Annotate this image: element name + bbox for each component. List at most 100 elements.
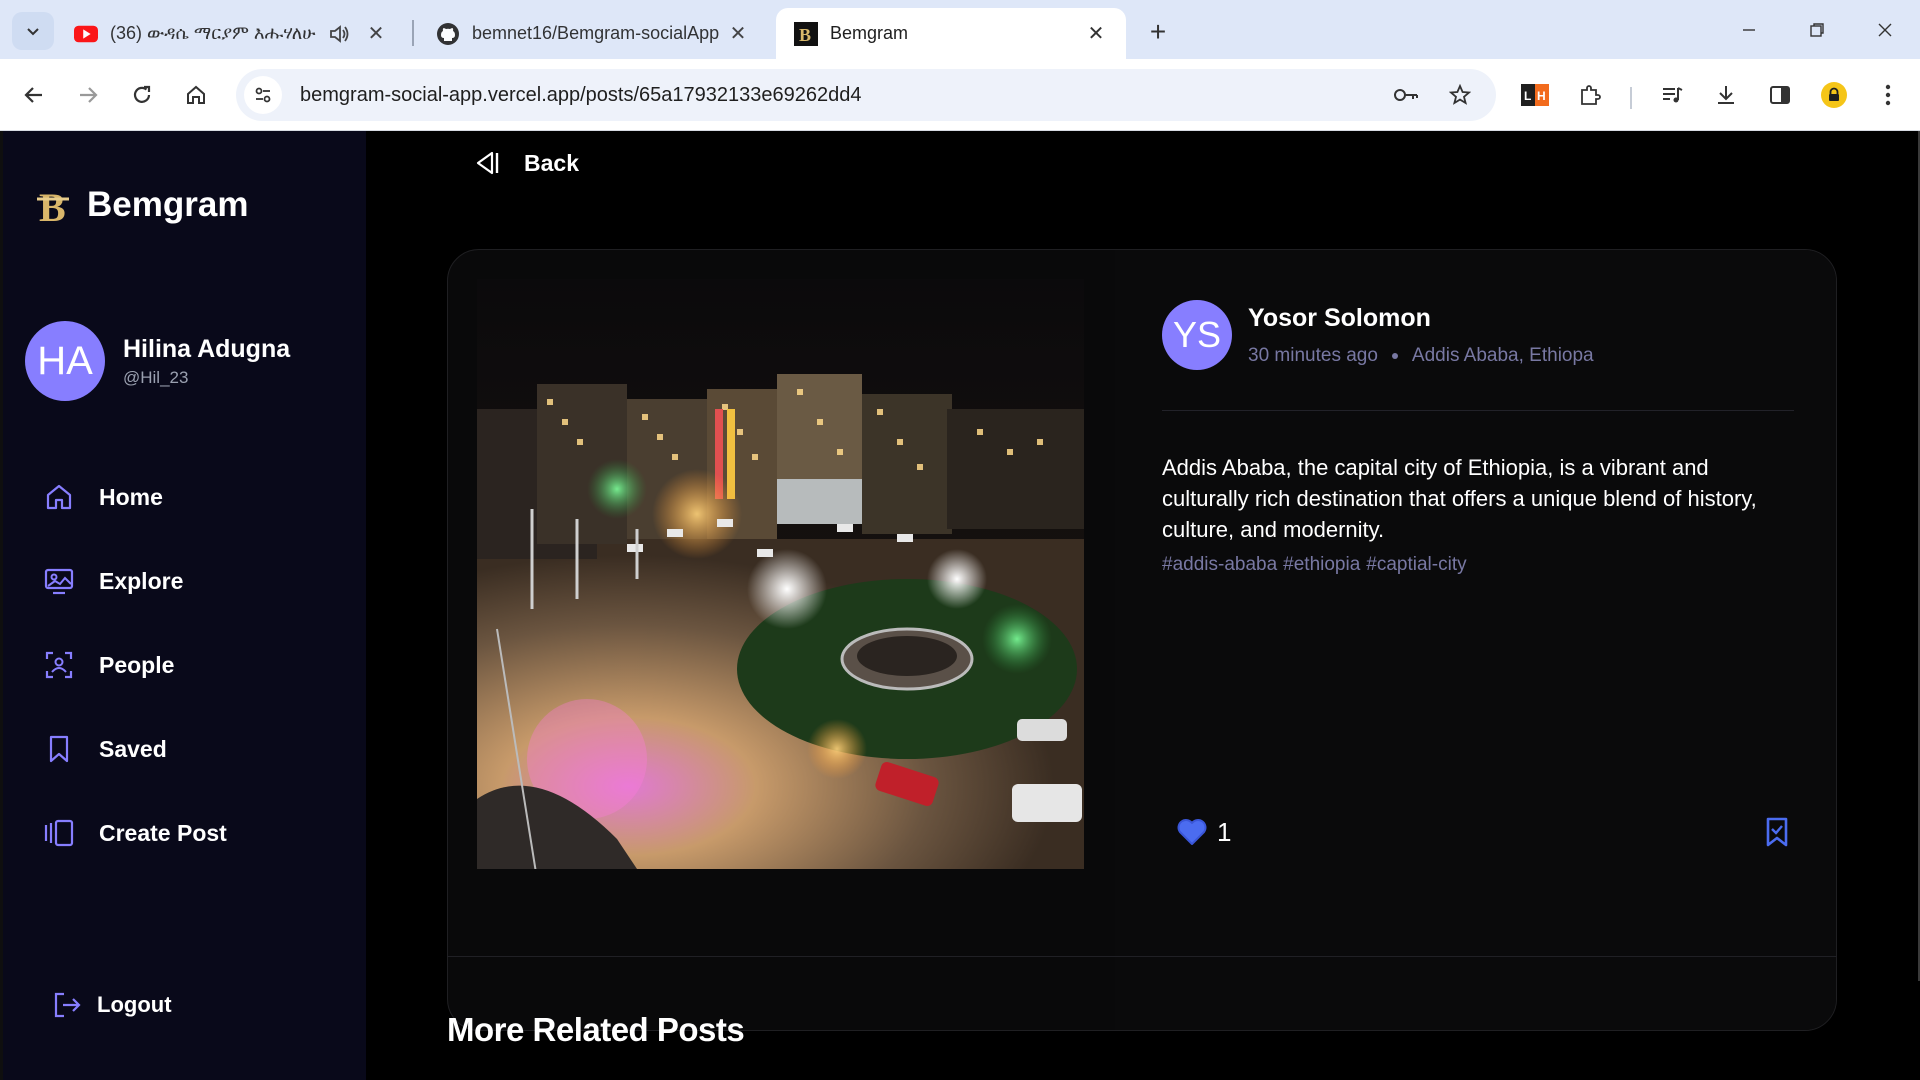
post-tag[interactable]: #addis-ababa: [1162, 554, 1277, 576]
forward-nav-button[interactable]: [68, 75, 108, 115]
post-author[interactable]: YS Yosor Solomon 30 minutes ago Addis Ab…: [1162, 300, 1594, 370]
kebab-menu-icon: [1885, 84, 1891, 106]
create-post-icon: [41, 815, 77, 851]
post-tag[interactable]: #ethiopia: [1283, 554, 1360, 576]
close-tab-icon[interactable]: ✕: [726, 21, 750, 46]
reload-icon: [133, 85, 151, 103]
star-icon: [1449, 84, 1471, 105]
tab-search-button[interactable]: [12, 12, 54, 50]
github-icon: [436, 22, 460, 46]
explore-icon: [41, 563, 77, 599]
lighthouse-extension-button[interactable]: LH: [1515, 75, 1555, 115]
download-icon: [1718, 86, 1734, 104]
tab-github[interactable]: bemnet16/Bemgram-socialApp ✕: [418, 8, 768, 59]
new-tab-button[interactable]: +: [1140, 14, 1176, 50]
svg-text:B: B: [39, 185, 66, 227]
browser-menu-button[interactable]: [1868, 75, 1908, 115]
profile-name: Hilina Adugna: [123, 334, 291, 363]
like-control: 1: [1175, 815, 1231, 849]
minimize-button[interactable]: [1724, 10, 1774, 50]
sidebar-item-home[interactable]: Home: [41, 469, 341, 525]
post-image: [477, 279, 1084, 869]
key-icon: [1394, 89, 1418, 101]
sidebar-item-create-post[interactable]: Create Post: [41, 805, 341, 861]
lighthouse-icon: LH: [1521, 84, 1549, 106]
tab-title: bemnet16/Bemgram-socialApp: [472, 23, 720, 43]
restore-button[interactable]: [1792, 10, 1842, 50]
back-label: Back: [524, 149, 579, 176]
tune-icon: [255, 87, 271, 103]
extensions-button[interactable]: [1570, 75, 1610, 115]
sidebar-profile[interactable]: HA Hilina Adugna @Hil_23: [25, 321, 290, 401]
close-tab-icon[interactable]: ✕: [364, 21, 388, 46]
sidebar-item-saved[interactable]: Saved: [41, 721, 341, 777]
back-nav-button[interactable]: [14, 75, 54, 115]
tab-title: (36) ውዳሴ ማርያም እሑሃለሁ: [110, 23, 316, 43]
logout-button[interactable]: Logout: [49, 987, 172, 1023]
close-tab-icon[interactable]: ✕: [1084, 21, 1108, 46]
heart-icon[interactable]: [1175, 815, 1209, 849]
brand-logo-link[interactable]: B Bemgram: [35, 183, 248, 230]
save-bookmark-icon[interactable]: [1760, 815, 1794, 849]
minimize-icon: [1743, 29, 1755, 31]
side-panel-button[interactable]: [1760, 75, 1800, 115]
bookmark-icon: [41, 731, 77, 767]
post-card: YS Yosor Solomon 30 minutes ago Addis Ab…: [447, 249, 1837, 1031]
post-tag[interactable]: #captial-city: [1366, 554, 1466, 576]
youtube-icon: [74, 22, 98, 46]
bookmark-star-button[interactable]: [1440, 75, 1480, 115]
media-controls-button[interactable]: [1652, 75, 1692, 115]
meta-separator-dot: [1391, 352, 1398, 359]
sidebar-item-label: People: [99, 651, 175, 678]
city-night-photo: [477, 279, 1084, 869]
app-root: B Bemgram HA Hilina Adugna @Hil_23 Home …: [0, 131, 1920, 1080]
close-window-button[interactable]: [1860, 10, 1910, 50]
post-time: 30 minutes ago: [1248, 344, 1378, 366]
svg-text:L: L: [1524, 89, 1531, 103]
back-button[interactable]: Back: [470, 147, 579, 179]
chevron-down-icon: [27, 28, 39, 36]
browser-toolbar: bemgram-social-app.vercel.app/posts/65a1…: [0, 59, 1920, 131]
puzzle-icon: [1581, 85, 1601, 105]
post-details: YS Yosor Solomon 30 minutes ago Addis Ab…: [1115, 250, 1836, 1030]
tab-bemgram[interactable]: B Bemgram ✕: [776, 8, 1126, 59]
toolbar-separator: [1630, 87, 1632, 109]
people-icon: [41, 647, 77, 683]
svg-text:H: H: [1537, 89, 1546, 103]
address-bar[interactable]: bemgram-social-app.vercel.app/posts/65a1…: [236, 69, 1496, 121]
url-text[interactable]: bemgram-social-app.vercel.app/posts/65a1…: [300, 84, 862, 107]
speaker-icon[interactable]: [328, 23, 356, 45]
post-tags: #addis-ababa #ethiopia #captial-city: [1162, 554, 1473, 576]
arrow-left-icon: [24, 87, 42, 103]
profile-button[interactable]: [1814, 75, 1854, 115]
bemgram-logo-icon: B: [35, 183, 79, 230]
post-location: Addis Ababa, Ethiopa: [1411, 344, 1594, 366]
section-divider: [447, 956, 1837, 957]
home-icon: [41, 479, 77, 515]
logout-label: Logout: [97, 992, 172, 1017]
tab-youtube[interactable]: (36) ውዳሴ ማርያም እሑሃለሁ ✕: [56, 8, 406, 59]
side-panel-icon: [1770, 86, 1790, 104]
home-button[interactable]: [176, 75, 216, 115]
author-name: Yosor Solomon: [1248, 303, 1431, 332]
sidebar-item-label: Home: [99, 483, 163, 510]
close-icon: [1878, 23, 1892, 37]
related-posts-title: More Related Posts: [447, 1011, 745, 1048]
profile-handle: @Hil_23: [123, 367, 189, 387]
like-count: 1: [1217, 816, 1232, 847]
sidebar-item-explore[interactable]: Explore: [41, 553, 341, 609]
svg-text:B: B: [799, 25, 811, 45]
downloads-button[interactable]: [1706, 75, 1746, 115]
sidebar-item-people[interactable]: People: [41, 637, 341, 693]
profile-avatar-icon: [1821, 82, 1847, 108]
sidebar-item-label: Create Post: [99, 819, 227, 846]
password-key-button[interactable]: [1386, 75, 1426, 115]
post-caption: Addis Ababa, the capital city of Ethiopi…: [1162, 455, 1757, 542]
restore-icon: [1810, 23, 1824, 37]
site-info-button[interactable]: [244, 76, 282, 114]
reload-button[interactable]: [122, 75, 162, 115]
bemgram-favicon: B: [794, 21, 818, 46]
avatar: HA: [25, 321, 105, 401]
sidebar-item-label: Saved: [99, 735, 167, 762]
left-sidebar: B Bemgram HA Hilina Adugna @Hil_23 Home …: [3, 131, 366, 1080]
